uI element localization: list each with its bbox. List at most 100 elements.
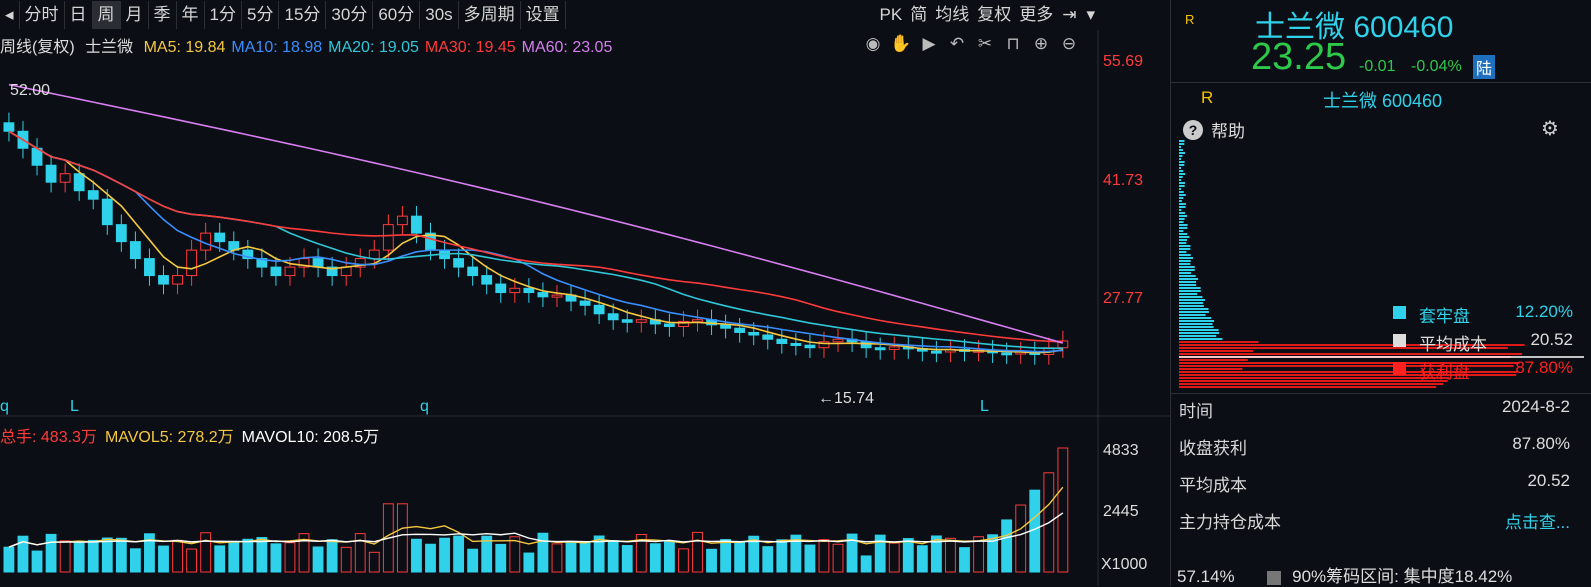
candle-body — [1001, 352, 1013, 356]
chip-bar — [1179, 173, 1186, 175]
vol-legend-item: 总手: 483.3万 — [0, 429, 97, 446]
chip-bar — [1179, 248, 1191, 250]
stat-label: 时间 — [1179, 402, 1213, 421]
chip-bar — [1179, 194, 1186, 196]
chip-bar — [1179, 350, 1254, 352]
chip-bar — [1179, 185, 1185, 187]
chip-bar — [1179, 140, 1185, 142]
chip-bar — [1179, 287, 1201, 289]
chip-bar — [1179, 332, 1220, 334]
chip-bar — [1179, 155, 1183, 157]
candle-body — [312, 258, 324, 268]
candle-body — [214, 232, 226, 243]
candle-body — [762, 334, 774, 340]
chip-bar — [1179, 239, 1188, 241]
candle-body — [284, 266, 296, 277]
candle-body — [663, 323, 675, 328]
high-annotation: 52.00 — [10, 82, 50, 99]
ma10-line — [8, 130, 1063, 353]
volume-bar — [706, 548, 717, 573]
bottom-right-value: 90%筹码区间: 集中度18.42% — [1292, 567, 1513, 586]
chip-legend-swatch — [1393, 306, 1406, 319]
range-swatch — [1267, 570, 1282, 585]
candle-body — [523, 287, 535, 294]
chip-legend-name: 平均成本 — [1419, 335, 1487, 354]
candle-body — [87, 190, 99, 200]
volume-bar — [860, 555, 872, 573]
volume-bar — [172, 539, 183, 573]
chip-bar — [1179, 179, 1182, 181]
bottom-row: 57.14% 90%筹码区间: 集中度18.42% — [1177, 562, 1512, 587]
chip-bar — [1179, 302, 1204, 304]
candle-body — [692, 319, 703, 323]
volume-bar — [87, 539, 99, 573]
ma60-line — [8, 83, 1064, 344]
volume-bar — [73, 542, 85, 573]
volume-bar — [101, 537, 113, 573]
volume-bar — [762, 546, 774, 573]
volume-bar — [396, 503, 408, 573]
chip-bar — [1179, 386, 1437, 388]
volume-bar — [1015, 504, 1027, 573]
chip-legend-name: 套牢盘 — [1419, 307, 1470, 326]
candle-body — [411, 215, 422, 234]
candle-body — [270, 266, 282, 277]
candle-body — [832, 338, 844, 343]
chip-bar — [1179, 317, 1212, 319]
chip-bar — [1179, 308, 1209, 310]
chip-bar — [1179, 152, 1186, 154]
chip-bar — [1179, 200, 1182, 202]
volume-bar — [242, 538, 254, 573]
volume-bar — [368, 551, 380, 573]
chip-bar — [1179, 224, 1188, 226]
volume-bar — [678, 548, 689, 573]
candle-body — [453, 258, 465, 268]
chip-bar — [1179, 269, 1195, 271]
chip-bar — [1179, 215, 1188, 217]
volume-bar — [326, 539, 338, 573]
chip-bar — [1179, 329, 1219, 331]
candle-body — [888, 346, 900, 350]
volume-bar — [607, 540, 619, 573]
volume-bar — [888, 542, 900, 573]
volume-bar — [663, 540, 675, 573]
volume-bar — [340, 546, 352, 573]
chip-bar — [1179, 380, 1448, 382]
volume-bar — [959, 547, 970, 573]
chip-bar — [1179, 227, 1188, 229]
chip-bar — [1179, 167, 1181, 169]
stat-value: 87.80% — [1512, 434, 1570, 453]
candle-body — [579, 300, 591, 306]
chip-bar — [1179, 182, 1185, 184]
chip-bar — [1179, 203, 1186, 205]
volume-bar — [902, 538, 914, 573]
candle-body — [101, 198, 113, 226]
candle-body — [45, 164, 57, 183]
chip-bar — [1179, 251, 1187, 253]
candle-body — [495, 283, 507, 294]
chip-bar — [1179, 341, 1259, 343]
chip-bar — [1179, 197, 1184, 199]
volume-bar — [3, 546, 15, 573]
candle-body — [537, 292, 549, 298]
volume-bar — [439, 537, 450, 573]
candle-body — [635, 319, 647, 323]
chip-bar — [1179, 272, 1191, 274]
chip-bar — [1179, 311, 1209, 313]
chip-bar — [1179, 206, 1186, 208]
marker-q2: q — [420, 398, 429, 415]
candle-body — [593, 304, 605, 315]
candle-body — [720, 324, 732, 329]
volume-bar — [776, 539, 788, 573]
candle-body — [734, 327, 746, 333]
chip-bar — [1179, 218, 1185, 220]
candle-body — [467, 266, 479, 277]
volume-bar — [551, 543, 563, 573]
marker-l2: L — [980, 398, 989, 415]
candle-body — [930, 350, 942, 354]
volume-bar — [621, 545, 633, 573]
chip-bar — [1179, 266, 1195, 268]
kline-chart[interactable]: 55.69 41.73 27.77 52.00 ←15.74 q L q L 4… — [0, 0, 1170, 586]
candle-body — [115, 224, 127, 243]
stat-value[interactable]: 点击查... — [1505, 508, 1570, 533]
